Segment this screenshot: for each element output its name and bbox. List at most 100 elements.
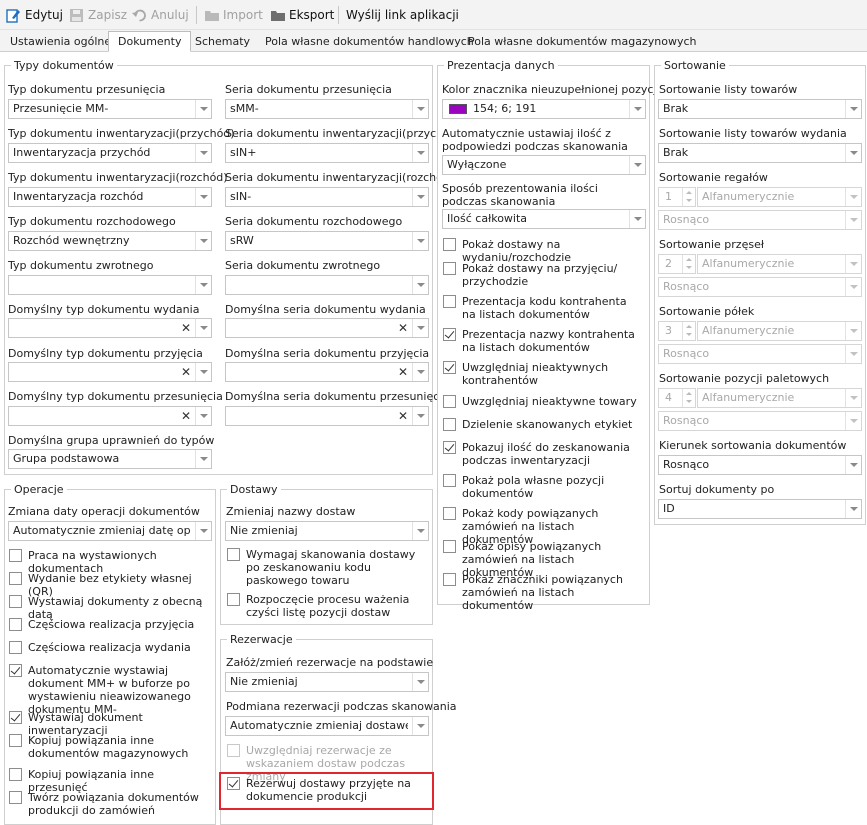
import-button[interactable]: Import <box>204 5 263 25</box>
checkbox-auto-mm-plus[interactable]: Automatycznie wystawiaj dokument MM+ w b… <box>9 664 209 716</box>
edit-button[interactable]: Edytuj <box>6 5 63 25</box>
checkbox-partial-issue[interactable]: Częściowa realizacja wydania <box>9 641 213 654</box>
checkbox-box[interactable] <box>443 441 456 454</box>
shelf-mode-combo[interactable]: Alfanumerycznie <box>697 321 862 341</box>
goods-sort-combo[interactable]: Brak <box>658 99 862 119</box>
outgoing-series-combo[interactable]: sRW <box>225 231 429 251</box>
tab-general[interactable]: Ustawienia ogólne <box>1 32 120 52</box>
goods-issue-sort-combo[interactable]: Brak <box>658 143 862 163</box>
doc-sort-direction-combo[interactable]: Rosnąco <box>658 455 862 475</box>
checkbox-contractor-code[interactable]: Prezentacja kodu kontrahenta na listach … <box>443 295 641 321</box>
auto-qty-combo[interactable]: Wyłączone <box>442 155 646 175</box>
rack-order-spinner[interactable]: 1 <box>658 187 696 207</box>
checkbox-partial-receipt[interactable]: Częściowa realizacja przyjęcia <box>9 618 213 631</box>
checkbox-require-delivery-scan[interactable]: Wymagaj skanowania dostawy po zeskanowan… <box>227 548 425 587</box>
return-type-combo[interactable] <box>8 275 212 295</box>
transfer-type-combo[interactable]: Przesunięcie MM- <box>8 99 212 119</box>
checkbox-show-deliveries-issue[interactable]: Pokaż dostawy na wydaniu/rozchodzie <box>443 238 649 264</box>
export-button[interactable]: Eksport <box>270 5 334 25</box>
shelf-order-spinner[interactable]: 3 <box>658 321 696 341</box>
spin-up-icon[interactable] <box>682 389 695 398</box>
checkbox-inactive-goods[interactable]: Uwzględniaj nieaktywne towary <box>443 395 649 408</box>
tab-documents[interactable]: Dokumenty <box>108 31 192 52</box>
checkbox-box[interactable] <box>9 595 22 608</box>
checkbox-box[interactable] <box>227 548 240 561</box>
checkbox-order-markers[interactable]: Pokaż znaczniki powiązanych zamówień na … <box>443 573 643 612</box>
checkbox-box[interactable] <box>9 791 22 804</box>
inventory-out-type-combo[interactable]: Inwentaryzacja rozchód <box>8 187 212 207</box>
default-receipt-series-combo[interactable]: ✕ <box>225 362 429 382</box>
checkbox-contractor-name[interactable]: Prezentacja nazwy kontrahenta na listach… <box>443 328 641 354</box>
reservation-swap-combo[interactable]: Automatycznie zmieniaj dostawę po... <box>225 716 429 736</box>
checkbox-box[interactable] <box>9 711 22 724</box>
date-change-combo[interactable]: Automatycznie zmieniaj datę operacji <box>8 521 212 541</box>
save-button[interactable]: Zapisz <box>69 5 127 25</box>
checkbox-box[interactable] <box>9 641 22 654</box>
default-issue-series-combo[interactable]: ✕ <box>225 318 429 338</box>
checkbox-box[interactable] <box>443 573 456 586</box>
checkbox-box[interactable] <box>443 474 456 487</box>
inventory-out-series-combo[interactable]: sIN- <box>225 187 429 207</box>
checkbox-show-deliveries-receipt[interactable]: Pokaż dostawy na przyjęciu/ przychodzie <box>443 262 633 288</box>
default-issue-type-combo[interactable]: ✕ <box>8 318 212 338</box>
pallet-direction-combo[interactable]: Rosnąco <box>658 411 862 431</box>
checkbox-inactive-contractors[interactable]: Uwzględniaj nieaktywnych kontrahentów <box>443 361 633 387</box>
checkbox-box[interactable] <box>443 238 456 251</box>
checkbox-box[interactable] <box>9 572 22 585</box>
checkbox-box[interactable] <box>443 295 456 308</box>
checkbox-box[interactable] <box>443 540 456 553</box>
spin-down-icon[interactable] <box>682 197 695 206</box>
tab-warehouse-doc-fields[interactable]: Pola własne dokumentów magazynowych <box>459 32 706 52</box>
spin-up-icon[interactable] <box>682 188 695 197</box>
checkbox-weighing-clears[interactable]: Rozpoczęcie procesu ważenia czyści listę… <box>227 593 425 619</box>
pallet-mode-combo[interactable]: Alfanumerycznie <box>697 388 862 408</box>
inventory-in-series-combo[interactable]: sIN+ <box>225 143 429 163</box>
checkbox-copy-warehouse-links[interactable]: Kopiuj powiązania inne dokumentów magazy… <box>9 734 199 760</box>
checkbox-box[interactable] <box>443 418 456 431</box>
checkbox-box[interactable] <box>443 262 456 275</box>
pallet-order-spinner[interactable]: 4 <box>658 388 696 408</box>
checkbox-qty-to-scan[interactable]: Pokazuj ilość do zeskanowania podczas in… <box>443 441 641 467</box>
marker-color-picker[interactable]: 154; 6; 191 <box>442 99 646 119</box>
span-order-spinner[interactable]: 2 <box>658 254 696 274</box>
spin-down-icon[interactable] <box>682 264 695 273</box>
return-series-combo[interactable] <box>225 275 429 295</box>
delivery-name-combo[interactable]: Nie zmieniaj <box>225 521 429 541</box>
cancel-button[interactable]: Anuluj <box>132 5 189 25</box>
checkbox-box[interactable] <box>9 618 22 631</box>
span-direction-combo[interactable]: Rosnąco <box>658 277 862 297</box>
spin-up-icon[interactable] <box>682 322 695 331</box>
default-receipt-type-combo[interactable]: ✕ <box>8 362 212 382</box>
checkbox-box[interactable] <box>443 361 456 374</box>
clear-icon[interactable]: ✕ <box>178 407 194 425</box>
checkbox-split-labels[interactable]: Dzielenie skanowanych etykiet <box>443 418 649 431</box>
clear-icon[interactable]: ✕ <box>178 363 194 381</box>
checkbox-box[interactable] <box>443 328 456 341</box>
doc-sort-by-combo[interactable]: ID <box>658 499 862 519</box>
default-transfer-series-combo[interactable]: ✕ <box>225 406 429 426</box>
span-mode-combo[interactable]: Alfanumerycznie <box>697 254 862 274</box>
checkbox-box[interactable] <box>9 734 22 747</box>
checkbox-box[interactable] <box>9 768 22 781</box>
spin-up-icon[interactable] <box>682 255 695 264</box>
checkbox-box[interactable] <box>443 395 456 408</box>
reservation-basis-combo[interactable]: Nie zmieniaj <box>225 672 429 692</box>
clear-icon[interactable]: ✕ <box>395 407 411 425</box>
spin-down-icon[interactable] <box>682 331 695 340</box>
checkbox-box[interactable] <box>9 549 22 562</box>
checkbox-box[interactable] <box>443 507 456 520</box>
clear-icon[interactable]: ✕ <box>395 363 411 381</box>
outgoing-type-combo[interactable]: Rozchód wewnętrzny <box>8 231 212 251</box>
shelf-direction-combo[interactable]: Rosnąco <box>658 344 862 364</box>
qty-presentation-combo[interactable]: Ilość całkowita <box>442 209 646 229</box>
default-transfer-type-combo[interactable]: ✕ <box>8 406 212 426</box>
default-rights-group-combo[interactable]: Grupa podstawowa <box>8 449 212 469</box>
tab-trade-doc-fields[interactable]: Pola własne dokumentów handlowych <box>256 32 483 52</box>
rack-mode-combo[interactable]: Alfanumerycznie <box>697 187 862 207</box>
rack-direction-combo[interactable]: Rosnąco <box>658 210 862 230</box>
spin-down-icon[interactable] <box>682 398 695 407</box>
clear-icon[interactable]: ✕ <box>178 319 194 337</box>
clear-icon[interactable]: ✕ <box>395 319 411 337</box>
checkbox-production-links[interactable]: Twórz powiązania dokumentów produkcji do… <box>9 791 199 817</box>
transfer-series-combo[interactable]: sMM- <box>225 99 429 119</box>
